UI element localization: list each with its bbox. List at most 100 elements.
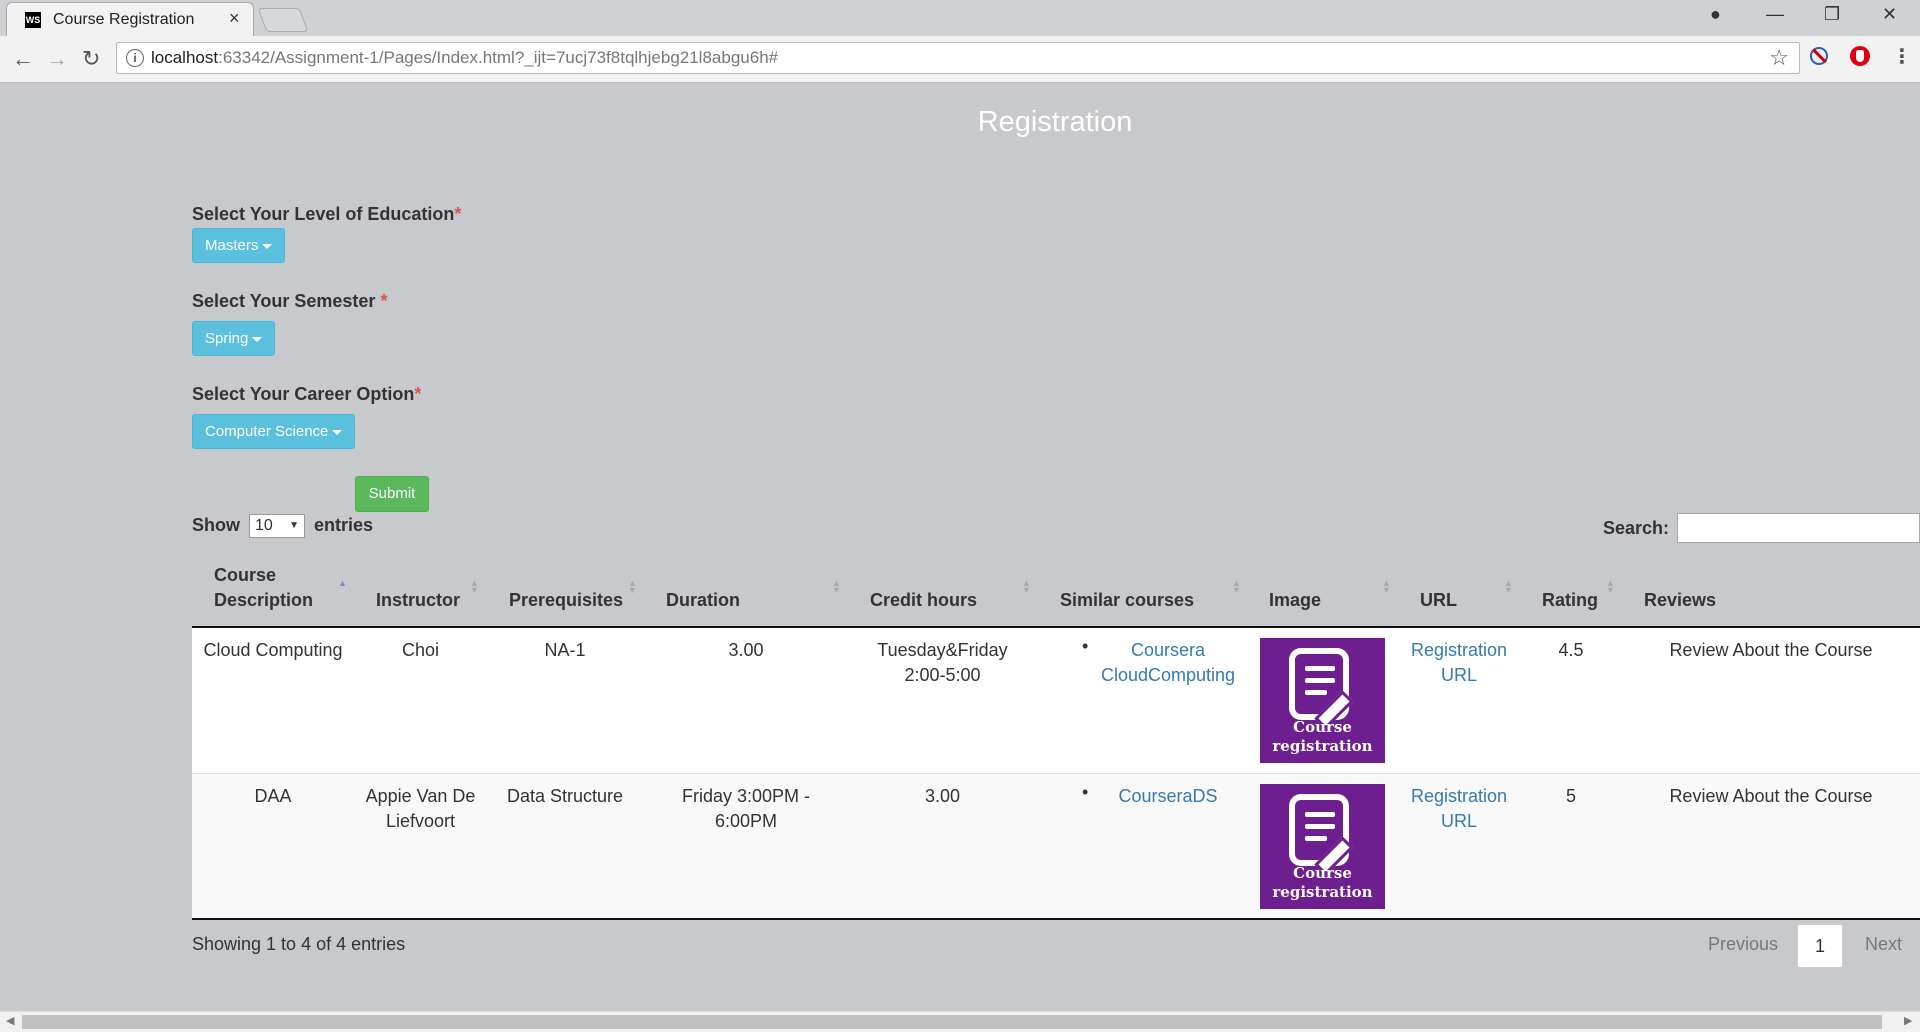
cell-rating: 5 [1565,786,1576,806]
new-tab-button[interactable] [257,8,309,32]
back-icon[interactable]: ← [12,46,34,72]
career-dropdown-value: Computer Science [205,423,329,440]
cell-instructor-line1: Appie Van De [365,786,476,806]
caret-down-icon [252,336,263,342]
sort-both-icon[interactable]: ▲ ▼ [1232,579,1241,595]
registration-url-line2: URL [1440,811,1477,831]
cell-instructor: Appie Van De Liefvoort [354,784,487,834]
sort-both-icon[interactable]: ▲ ▼ [1504,579,1513,595]
cell-course: Cloud Computing [203,640,343,660]
sort-both-icon[interactable]: ▲ ▼ [1382,579,1391,595]
header-course-line2: Description [214,590,314,610]
browser-toolbar: ← → ↻ i localhost:63342/Assignment-1/Pag… [0,36,1920,83]
career-dropdown-button[interactable]: Computer Science [192,414,356,449]
minimize-icon[interactable]: — [1766,4,1784,25]
semester-dropdown-button[interactable]: Spring [192,321,276,356]
url-host: localhost [151,48,219,67]
submit-button[interactable]: Submit [355,476,429,512]
sort-both-icon[interactable]: ▲ ▼ [832,579,841,595]
header-course-description[interactable]: Course Description [214,563,313,613]
url-path: :63342/Assignment-1/Pages/Index.html?_ij… [218,48,779,67]
header-instructor[interactable]: Instructor [376,588,460,613]
sort-both-icon[interactable]: ▲ ▼ [628,579,637,595]
cell-duration-line1: Friday 3:00PM - [681,786,811,806]
entries-label: entries [314,515,374,535]
address-bar[interactable]: i localhost:63342/Assignment-1/Pages/Ind… [116,42,1800,74]
site-info-icon[interactable]: i [126,49,144,67]
profile-icon[interactable]: ● [1710,4,1721,25]
similar-course-link[interactable]: CourseraDS [1098,784,1238,809]
forward-icon[interactable]: → [46,46,68,72]
similar-course-line1: CourseraDS [1118,786,1218,806]
entries-length-select[interactable]: 10 ▼ [249,514,306,539]
cell-duration: Friday 3:00PM - 6:00PM [643,784,849,834]
registration-url-line1: Registration [1410,786,1508,806]
similar-course-line1: Coursera [1130,640,1206,660]
header-course-line1: Course [214,565,277,585]
entries-length-value: 10 [255,517,273,535]
required-marker: * [414,384,422,404]
semester-dropdown-value: Spring [205,330,249,347]
similar-course-line2: CloudComputing [1100,665,1236,685]
page-title: Registration [977,106,1133,138]
required-marker: * [454,204,462,224]
horizontal-scrollbar[interactable]: ◀ ▶ [0,1011,1920,1032]
registration-url-link[interactable]: Registration URL [1398,638,1520,688]
list-bullet: • [1082,782,1089,802]
registration-url-link[interactable]: Registration URL [1398,784,1520,834]
course-registration-image: Course registration [1260,784,1385,909]
header-reviews[interactable]: Reviews [1644,588,1716,613]
education-dropdown-button[interactable]: Masters [192,228,286,263]
maximize-icon[interactable]: ❐ [1824,4,1840,25]
header-credit-hours[interactable]: Credit hours [870,588,977,613]
sort-both-icon[interactable]: ▲ ▼ [470,579,479,595]
pagination-next[interactable]: Next [1865,934,1902,955]
sort-both-icon[interactable]: ▲ ▼ [1606,579,1615,595]
image-caption-line1: Course [1293,718,1352,736]
browser-menu-icon[interactable]: ⋮ [1892,44,1912,69]
close-window-icon[interactable]: ✕ [1882,4,1897,25]
pagination-page-1[interactable]: 1 [1797,924,1843,968]
scroll-right-icon[interactable]: ▶ [1904,1014,1912,1027]
registration-url-line1: Registration [1410,640,1508,660]
table-info: Showing 1 to 4 of 4 entries [192,934,406,954]
cell-instructor-line2: Liefvoort [385,811,456,831]
bookmark-star-icon[interactable]: ☆ [1769,45,1789,71]
cell-duration-line2: 6:00PM [714,811,778,831]
header-rating[interactable]: Rating [1542,588,1598,613]
header-prerequisites[interactable]: Prerequisites [509,588,623,613]
cell-credit-line1: 3.00 [924,786,961,806]
cell-credit-line2: 2:00-5:00 [904,665,981,685]
list-bullet: • [1082,636,1089,656]
career-label: Select Your Career Option* [192,384,421,405]
url-text: localhost:63342/Assignment-1/Pages/Index… [151,48,778,68]
scrollbar-thumb[interactable] [22,1015,1882,1029]
pagination-previous[interactable]: Previous [1708,934,1778,955]
header-url[interactable]: URL [1420,588,1457,613]
sort-asc-icon[interactable]: ▲ [338,579,347,588]
search-input[interactable] [1677,513,1920,543]
header-image[interactable]: Image [1269,588,1321,613]
reload-icon[interactable]: ↻ [82,46,100,72]
entries-length-control: Show 10 ▼ entries [192,513,374,539]
scroll-left-icon[interactable]: ◀ [6,1014,14,1027]
sort-both-icon[interactable]: ▲ ▼ [1022,579,1031,595]
cell-instructor-line1: Choi [401,640,440,660]
cell-duration-line1: 3.00 [728,640,764,660]
image-caption-line2: registration [1272,737,1373,755]
cell-prerequisites: NA-1 [544,640,586,660]
tab-close-icon[interactable]: × [229,8,240,29]
semester-label: Select Your Semester * [192,291,387,312]
header-duration[interactable]: Duration [666,588,740,613]
header-similar-courses[interactable]: Similar courses [1060,588,1194,613]
career-label-text: Select Your Career Option [192,384,415,404]
opera-extension-icon[interactable] [1850,46,1870,66]
cell-credit-line1: Tuesday&Friday [877,640,1008,660]
course-registration-image: Course registration [1260,638,1385,763]
registration-url-line2: URL [1440,665,1477,685]
education-dropdown-value: Masters [205,237,259,254]
similar-course-link[interactable]: Coursera CloudComputing [1098,638,1238,688]
blocker-extension-icon[interactable] [1810,47,1828,65]
browser-tab[interactable]: WS Course Registration × [6,2,254,36]
cell-instructor: Choi [354,638,487,663]
